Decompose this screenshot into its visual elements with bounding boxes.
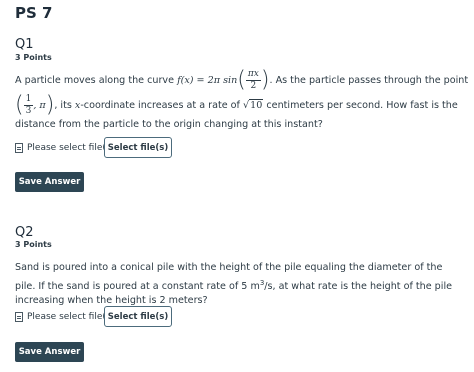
q1-after-func: . As the particle passes through the poi… <box>269 75 469 86</box>
q1-sqrt: √10 <box>242 99 264 111</box>
q1-rate-pre: , its <box>54 100 72 111</box>
q1-file-label: Please select file(s) <box>15 143 114 153</box>
q1-save-answer-button[interactable]: Save Answer <box>15 172 84 192</box>
question-2-text: Sand is poured into a conical pile with … <box>15 262 453 307</box>
q2-file-label: Please select file(s) <box>15 312 114 322</box>
q1-arg-num: πx <box>245 69 261 81</box>
q1-arg-den: 2 <box>250 81 257 91</box>
page-title: PS 7 <box>15 4 53 22</box>
question-2-points: 3 Points <box>15 240 52 249</box>
q1-point: (1 3, π) <box>15 92 55 118</box>
file-icon <box>15 312 23 322</box>
q1-select-files-button[interactable]: Select file(s) <box>104 137 172 158</box>
q1-rate-mid: -coordinate increases at a rate of <box>80 100 240 111</box>
file-icon <box>15 143 23 153</box>
q1-function: f(x) = 2π sin(πx 2) <box>177 67 270 93</box>
question-1-title: Q1 <box>15 37 34 52</box>
q1-point-num: 1 <box>23 94 34 106</box>
q2-select-files-button[interactable]: Select file(s) <box>104 306 172 327</box>
question-1-points: 3 Points <box>15 53 52 62</box>
question-1-line-1: A particle moves along the curve f(x) = … <box>15 69 468 92</box>
question-1-line-2: (1 3, π), its x-coordinate increases at a… <box>15 94 458 117</box>
q1-line-3: distance from the particle to the origin… <box>15 119 323 130</box>
q2-save-answer-button[interactable]: Save Answer <box>15 342 84 362</box>
q1-rate-post: centimeters per second. How fast is the <box>266 100 458 111</box>
q1-intro: A particle moves along the curve <box>15 75 174 86</box>
question-2-title: Q2 <box>15 225 34 240</box>
